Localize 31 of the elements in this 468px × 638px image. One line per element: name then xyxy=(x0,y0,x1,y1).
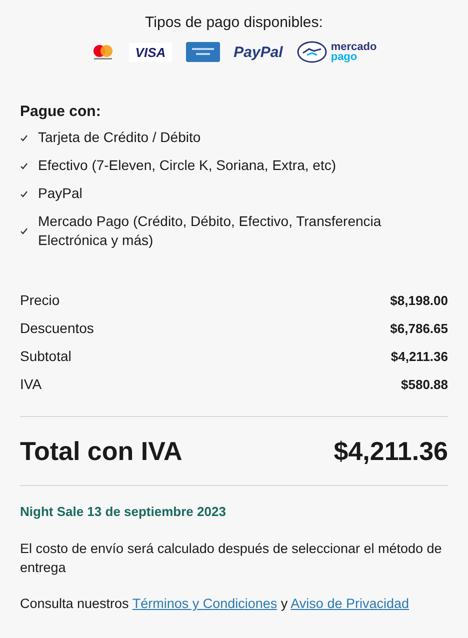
payment-method: Mercado Pago (Crédito, Débito, Efectivo, Transferencia Electrónica y más) xyxy=(38,212,382,250)
privacy-link[interactable]: Aviso de Privacidad xyxy=(290,596,409,611)
section-heading: Pague con: xyxy=(20,103,102,120)
summary-value: $4,211.36 xyxy=(390,348,448,364)
legal-text: Consulta nuestros Términos y Condiciones y Aviso de Privacidad xyxy=(20,595,410,613)
summary-label: Descuentos xyxy=(20,320,94,336)
total-value: $4,211.36 xyxy=(334,436,448,466)
mercadopago-logo: mercado pago xyxy=(330,42,377,62)
shipping-note: El costo de envío será calculado después de seleccionar el método de entrega xyxy=(20,540,443,577)
visa-logo: VISA xyxy=(129,42,172,62)
summary-value: $580.88 xyxy=(401,376,448,392)
terms-link[interactable]: Términos y Condiciones xyxy=(132,596,278,611)
check-icon xyxy=(20,190,28,198)
payment-method: PayPal xyxy=(38,184,82,203)
summary-label: IVA xyxy=(20,376,42,392)
summary-value: $6,786.65 xyxy=(390,320,448,336)
summary-value: $8,198.00 xyxy=(390,292,448,308)
total-label: Total con IVA xyxy=(20,436,182,466)
card-brand-icon xyxy=(91,44,116,60)
card-brand-icon xyxy=(186,42,220,62)
promo-text: Night Sale 13 de septiembre 2023 xyxy=(20,504,227,519)
payment-method: Efectivo (7-Eleven, Circle K, Soriana, Extra, etc) xyxy=(38,156,336,175)
check-icon xyxy=(20,227,28,235)
check-icon xyxy=(20,134,28,142)
payment-method: Tarjeta de Crédito / Débito xyxy=(38,128,201,147)
summary-label: Precio xyxy=(20,292,60,308)
summary-label: Subtotal xyxy=(20,348,72,364)
check-icon xyxy=(20,162,28,170)
paypal-logo: PayPal xyxy=(234,44,283,60)
section-title: Tipos de pago disponibles: xyxy=(144,14,324,31)
handshake-icon xyxy=(296,41,327,63)
